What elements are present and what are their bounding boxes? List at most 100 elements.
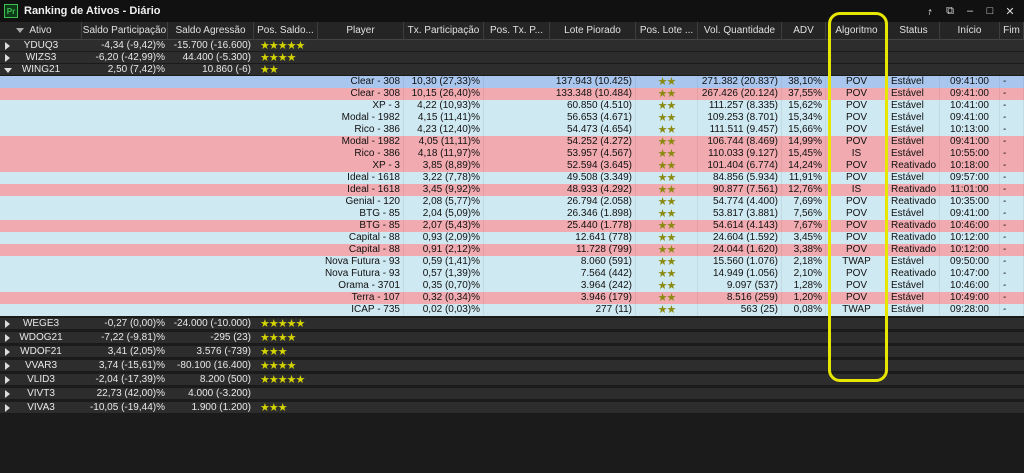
column-header-3[interactable]: Pos. Saldo... xyxy=(254,22,318,40)
asset-row[interactable]: YDUQ3 -4,34 (-9,42)% -15.700 (-16.600) ★★★★… xyxy=(0,40,1024,52)
status-cell: Estável xyxy=(888,100,940,112)
share-icon[interactable]: ⭎ xyxy=(920,2,940,20)
asset-row[interactable]: VVAR3 3,74 (-15,61)% -80.100 (16.400) ★★★★ xyxy=(0,360,1024,372)
column-header-9[interactable]: Vol. Quantidade xyxy=(698,22,782,40)
player-row[interactable]: XP - 3 3,85 (8,89)% 52.594 (3.645) ★★ 101.40… xyxy=(0,160,1024,172)
adv-cell: 37,55% xyxy=(782,88,826,100)
column-header-2[interactable]: Saldo Agressão xyxy=(168,22,254,40)
close-icon[interactable]: ✕ xyxy=(1000,2,1020,20)
rating-stars: ★★ xyxy=(636,112,698,124)
vol-quantidade-cell: 84.856 (5.934) xyxy=(698,172,782,184)
window-controls: ⭎ ⧉ – □ ✕ xyxy=(920,2,1020,20)
rating-stars: ★★ xyxy=(636,124,698,136)
player-row[interactable]: Ideal - 1618 3,22 (7,78)% 49.508 (3.349) ★★… xyxy=(0,172,1024,184)
ativo-cell: VVAR3 xyxy=(24,360,58,371)
fim-cell: - xyxy=(1000,184,1024,196)
asset-row[interactable]: WEGE3 -0,27 (0,00)% -24.000 (-10.000) ★★★★★ xyxy=(0,318,1024,330)
asset-row[interactable]: WDOF21 3,41 (2,05)% 3.576 (-739) ★★★ xyxy=(0,346,1024,358)
asset-row[interactable]: WDOG21 -7,22 (-9,81)% -295 (23) ★★★★ xyxy=(0,332,1024,344)
status-cell: Estável xyxy=(888,304,940,316)
player-row[interactable]: Modal - 1982 4,15 (11,41)% 56.653 (4.671) ★… xyxy=(0,112,1024,124)
adv-cell: 12,76% xyxy=(782,184,826,196)
title-bar: Pr Ranking de Ativos - Diário ⭎ ⧉ – □ ✕ xyxy=(0,0,1024,22)
tx-participacao-cell: 0,02 (0,03)% xyxy=(404,304,484,316)
lote-piorado-cell: 8.060 (591) xyxy=(550,256,636,268)
tx-participacao-cell: 0,32 (0,34)% xyxy=(404,292,484,304)
saldo-agressao-cell: 44.400 (-5.300) xyxy=(182,52,251,63)
rating-stars: ★★★★ xyxy=(260,332,296,344)
asset-row[interactable]: VIVT3 22,73 (42,00)% 4.000 (-3.200) xyxy=(0,388,1024,400)
column-header-5[interactable]: Tx. Participação xyxy=(404,22,484,40)
saldo-agressao-cell: 1.900 (1.200) xyxy=(191,402,252,413)
player-cell: Ideal - 1618 xyxy=(318,184,404,196)
player-row[interactable]: Rico - 386 4,18 (11,97)% 53.957 (4.567) ★★ 1… xyxy=(0,148,1024,160)
column-header-11[interactable]: Algoritmo xyxy=(826,22,888,40)
column-header-1[interactable]: Saldo Participação xyxy=(82,22,168,40)
column-header-0[interactable]: Ativo xyxy=(0,22,82,40)
player-row[interactable]: Ideal - 1618 3,45 (9,92)% 48.933 (4.292) ★★… xyxy=(0,184,1024,196)
lote-piorado-cell: 53.957 (4.567) xyxy=(550,148,636,160)
vol-quantidade-cell: 15.560 (1.076) xyxy=(698,256,782,268)
column-header-7[interactable]: Lote Piorado xyxy=(550,22,636,40)
rating-stars: ★★ xyxy=(260,64,279,76)
saldo-agressao-cell: 3.576 (-739) xyxy=(196,346,251,357)
column-header-10[interactable]: ADV xyxy=(782,22,826,40)
column-header-13[interactable]: Início xyxy=(940,22,1000,40)
status-cell: Estável xyxy=(888,88,940,100)
lote-piorado-cell: 3.964 (242) xyxy=(550,280,636,292)
player-row[interactable]: Rico - 386 4,23 (12,40)% 54.473 (4.654) ★★ 1… xyxy=(0,124,1024,136)
status-cell: Estável xyxy=(888,76,940,88)
inicio-cell: 10:12:00 xyxy=(940,232,1000,244)
player-row[interactable]: Clear - 308 10,30 (27,33)% 137.943 (10.425… xyxy=(0,76,1024,88)
asset-row[interactable]: VIVA3 -10,05 (-19,44)% 1.900 (1.200) ★★★ xyxy=(0,402,1024,414)
player-cell: Rico - 386 xyxy=(318,124,404,136)
column-header-6[interactable]: Pos. Tx. P... xyxy=(484,22,550,40)
maximize-icon[interactable]: □ xyxy=(980,2,1000,20)
player-row[interactable]: Modal - 1982 4,05 (11,11)% 54.252 (4.272) ★… xyxy=(0,136,1024,148)
inicio-cell: 10:47:00 xyxy=(940,268,1000,280)
lote-piorado-cell: 133.348 (10.484) xyxy=(550,88,636,100)
rating-stars: ★★ xyxy=(636,172,698,184)
column-header-8[interactable]: Pos. Lote ... xyxy=(636,22,698,40)
inicio-cell: 10:12:00 xyxy=(940,244,1000,256)
lote-piorado-cell: 277 (11) xyxy=(550,304,636,316)
player-row[interactable]: Nova Futura - 93 0,57 (1,39)% 7.564 (442) ★… xyxy=(0,268,1024,280)
vol-quantidade-cell: 271.382 (20.837) xyxy=(698,76,782,88)
inicio-cell: 09:41:00 xyxy=(940,208,1000,220)
column-header-12[interactable]: Status xyxy=(888,22,940,40)
player-row[interactable]: Capital - 88 0,93 (2,09)% 12.641 (778) ★★ 24… xyxy=(0,232,1024,244)
player-row[interactable]: Capital - 88 0,91 (2,12)% 11.728 (799) ★★ 24… xyxy=(0,244,1024,256)
tx-participacao-cell: 4,18 (11,97)% xyxy=(404,148,484,160)
player-cell: Rico - 386 xyxy=(318,148,404,160)
player-row[interactable]: BTG - 85 2,04 (5,09)% 26.346 (1.898) ★★ 53.8… xyxy=(0,208,1024,220)
popout-icon[interactable]: ⧉ xyxy=(940,2,960,20)
asset-row[interactable]: WIZS3 -6,20 (-42,99)% 44.400 (-5.300) ★★★★ xyxy=(0,52,1024,64)
algoritmo-cell: POV xyxy=(826,292,888,304)
vol-quantidade-cell: 9.097 (537) xyxy=(698,280,782,292)
vol-quantidade-cell: 90.877 (7.561) xyxy=(698,184,782,196)
vol-quantidade-cell: 53.817 (3.881) xyxy=(698,208,782,220)
saldo-agressao-cell: -80.100 (16.400) xyxy=(177,360,251,371)
player-row[interactable]: Terra - 107 0,32 (0,34)% 3.946 (179) ★★ 8.51… xyxy=(0,292,1024,304)
column-header-14[interactable]: Fim xyxy=(1000,22,1024,40)
saldo-participacao-cell: 3,74 (-15,61)% xyxy=(98,360,165,371)
adv-cell: 2,18% xyxy=(782,256,826,268)
saldo-participacao-cell: 3,41 (2,05)% xyxy=(107,346,165,357)
sort-icon xyxy=(16,28,24,33)
player-row[interactable]: Clear - 308 10,15 (26,40)% 133.348 (10.484… xyxy=(0,88,1024,100)
minimize-icon[interactable]: – xyxy=(960,2,980,20)
rating-stars: ★★ xyxy=(636,268,698,280)
column-header-4[interactable]: Player xyxy=(318,22,404,40)
adv-cell: 1,20% xyxy=(782,292,826,304)
player-row[interactable]: Genial - 120 2,08 (5,77)% 26.794 (2.058) ★★… xyxy=(0,196,1024,208)
asset-row[interactable]: WING21 2,50 (7,42)% 10.860 (-6) ★★ xyxy=(0,64,1024,76)
player-row[interactable]: ICAP - 735 0,02 (0,03)% 277 (11) ★★ 563 (25)… xyxy=(0,304,1024,316)
vol-quantidade-cell: 111.257 (8.335) xyxy=(698,100,782,112)
player-row[interactable]: Nova Futura - 93 0,59 (1,41)% 8.060 (591) ★… xyxy=(0,256,1024,268)
player-row[interactable]: BTG - 85 2,07 (5,43)% 25.440 (1.778) ★★ 54.6… xyxy=(0,220,1024,232)
asset-row[interactable]: VLID3 -2,04 (-17,39)% 8.200 (500) ★★★★★ xyxy=(0,374,1024,386)
player-row[interactable]: XP - 3 4,22 (10,93)% 60.850 (4.510) ★★ 111.2… xyxy=(0,100,1024,112)
player-row[interactable]: Orama - 3701 0,35 (0,70)% 3.964 (242) ★★ 9.0… xyxy=(0,280,1024,292)
rating-stars: ★★ xyxy=(636,196,698,208)
lote-piorado-cell: 26.346 (1.898) xyxy=(550,208,636,220)
